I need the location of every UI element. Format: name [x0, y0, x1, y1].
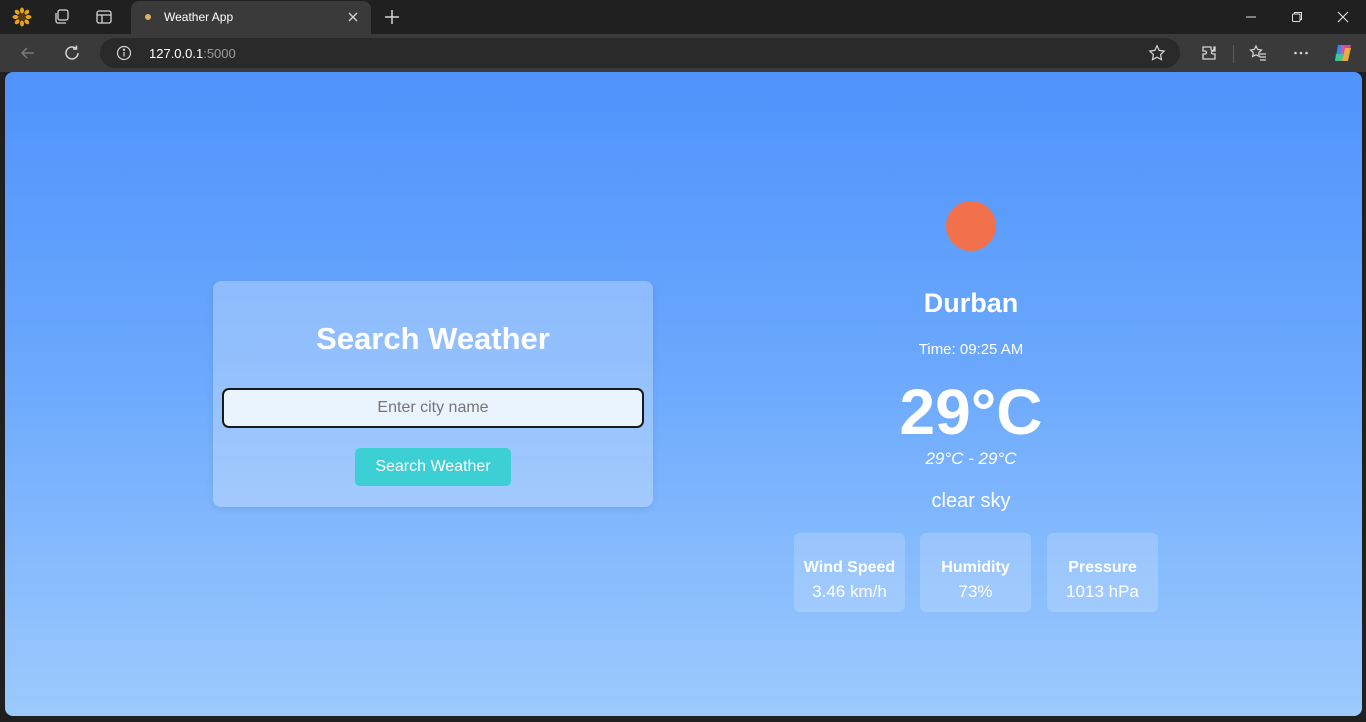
star-icon[interactable] — [1148, 44, 1166, 62]
pressure-card: Pressure 1013 hPa — [1047, 533, 1158, 612]
more-icon[interactable] — [1291, 43, 1311, 63]
extensions-icon[interactable] — [1199, 43, 1219, 63]
info-icon[interactable] — [116, 45, 132, 61]
minimize-icon[interactable] — [1228, 0, 1274, 34]
search-title: Search Weather — [316, 321, 550, 356]
copilot-icon[interactable] — [1332, 42, 1354, 64]
toolbar-divider — [1233, 45, 1234, 63]
window-close-icon[interactable] — [1320, 0, 1366, 34]
temperature: 29°C — [899, 376, 1043, 448]
temperature-range: 29°C - 29°C — [925, 449, 1017, 468]
weather-description: clear sky — [931, 490, 1011, 512]
address-bar[interactable]: 127.0.0.1:5000 — [100, 38, 1180, 68]
search-card: Search Weather Search Weather — [213, 281, 653, 507]
close-icon[interactable] — [345, 9, 361, 25]
refresh-icon[interactable] — [62, 43, 82, 63]
window-bottom-border — [0, 716, 1366, 722]
stat-value: 3.46 km/h — [812, 582, 887, 601]
tab-title: Weather App — [164, 10, 234, 24]
browser-toolbar: 127.0.0.1:5000 — [0, 34, 1366, 72]
local-time: Time: 09:25 AM — [918, 341, 1024, 358]
profile-sunflower-icon[interactable] — [12, 7, 32, 27]
favicon-icon — [145, 14, 151, 20]
new-tab-icon[interactable] — [382, 7, 402, 27]
stat-value: 1013 hPa — [1066, 582, 1139, 601]
workspaces-icon[interactable] — [52, 7, 72, 27]
url-text: 127.0.0.1:5000 — [149, 46, 236, 61]
humidity-card: Humidity 73% — [920, 533, 1031, 612]
city-name: Durban — [923, 288, 1019, 318]
tab-actions-icon[interactable] — [94, 7, 114, 27]
browser-tab-strip: Weather App — [0, 0, 1366, 34]
stat-label: Wind Speed — [803, 559, 896, 576]
active-tab[interactable]: Weather App — [131, 1, 371, 34]
sun-icon — [946, 201, 996, 251]
wind-speed-card: Wind Speed 3.46 km/h — [794, 533, 905, 612]
stat-label: Pressure — [1068, 559, 1137, 576]
favorites-icon[interactable] — [1248, 43, 1268, 63]
weather-panel: Durban Time: 09:25 AM 29°C 29°C - 29°C c… — [771, 72, 1171, 716]
city-input[interactable] — [222, 388, 644, 428]
back-icon[interactable] — [18, 43, 38, 63]
url-port: :5000 — [203, 46, 236, 61]
restore-icon[interactable] — [1274, 0, 1320, 34]
search-weather-button[interactable]: Search Weather — [355, 448, 511, 486]
page-viewport: Search Weather Search Weather Durban Tim… — [5, 72, 1362, 716]
url-host: 127.0.0.1 — [149, 46, 204, 61]
stat-value: 73% — [958, 582, 993, 601]
stat-label: Humidity — [941, 559, 1010, 576]
